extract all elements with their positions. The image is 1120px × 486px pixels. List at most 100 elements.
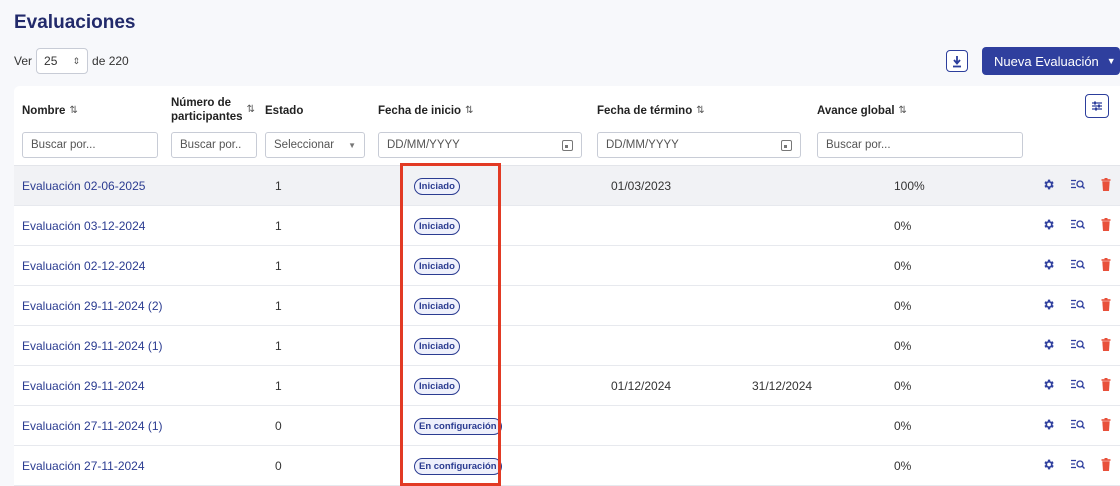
participants-count: 1 xyxy=(275,379,282,393)
trash-icon[interactable] xyxy=(1101,218,1111,234)
table-row[interactable]: Evaluación 29-11-2024 (2) 1 Iniciado 0% xyxy=(14,286,1120,326)
evaluations-table: Nombre ⇅ Número de participantes ⇅ Estad… xyxy=(14,86,1120,486)
sort-arrows-icon: ⇕ xyxy=(72,55,81,66)
evaluation-name-link[interactable]: Evaluación 03-12-2024 xyxy=(22,206,145,246)
row-actions xyxy=(1042,166,1111,206)
download-icon xyxy=(953,55,961,67)
table-row[interactable]: Evaluación 27-11-2024 (1) 0 En configuraci… xyxy=(14,406,1120,446)
gear-icon[interactable] xyxy=(1042,298,1055,314)
search-list-icon[interactable] xyxy=(1071,299,1085,313)
evaluation-name-link[interactable]: Evaluación 29-11-2024 xyxy=(22,366,145,406)
download-button[interactable] xyxy=(946,50,968,72)
col-nombre-label: Nombre xyxy=(22,105,66,117)
filter-avance-input[interactable]: Buscar por... xyxy=(817,132,1023,158)
table-row[interactable]: Evaluación 29-11-2024 (1) 1 Iniciado 0% xyxy=(14,326,1120,366)
gear-icon[interactable] xyxy=(1042,218,1055,234)
sort-icon: ⇅ xyxy=(246,104,255,115)
col-fecha-termino[interactable]: Fecha de término ⇅ xyxy=(597,104,705,118)
per-page-value: 25 xyxy=(44,54,58,68)
column-settings-button[interactable] xyxy=(1085,94,1109,118)
col-nombre[interactable]: Nombre ⇅ xyxy=(22,104,78,118)
status-cell: Iniciado xyxy=(414,366,460,406)
col-fecha-termino-label: Fecha de término xyxy=(597,105,693,117)
evaluation-name-link[interactable]: Evaluación 27-11-2024 (1) xyxy=(22,406,163,446)
evaluation-name-link[interactable]: Evaluación 29-11-2024 (2) xyxy=(22,286,163,326)
sort-icon: ⇅ xyxy=(696,105,705,116)
search-list-icon[interactable] xyxy=(1071,259,1085,273)
table-row[interactable]: Evaluación 29-11-2024 1 Iniciado 01/12/2024… xyxy=(14,366,1120,406)
trash-icon[interactable] xyxy=(1101,178,1111,194)
participants-count: 1 xyxy=(275,179,282,193)
gear-icon[interactable] xyxy=(1042,338,1055,354)
sort-icon: ⇅ xyxy=(465,105,474,116)
filter-estado-select[interactable]: Seleccionar ▼ xyxy=(265,132,365,158)
filter-inicio-input[interactable]: DD/MM/YYYY xyxy=(378,132,582,158)
participants-count: 1 xyxy=(275,219,282,233)
progress-value: 0% xyxy=(894,299,912,313)
row-actions xyxy=(1042,446,1111,486)
calendar-icon[interactable] xyxy=(562,139,573,151)
new-evaluation-button[interactable]: Nueva Evaluación ▼ xyxy=(982,47,1120,75)
trash-icon[interactable] xyxy=(1101,258,1111,274)
status-cell: Iniciado xyxy=(414,166,460,206)
col-participantes[interactable]: Número de participantes ⇅ xyxy=(171,96,255,124)
gear-icon[interactable] xyxy=(1042,378,1055,394)
filter-termino-placeholder: DD/MM/YYYY xyxy=(606,139,679,151)
evaluation-name-link[interactable]: Evaluación 27-11-2024 xyxy=(22,446,145,486)
participants-count: 0 xyxy=(275,459,282,473)
search-list-icon[interactable] xyxy=(1071,339,1085,353)
trash-icon[interactable] xyxy=(1101,338,1111,354)
progress-value: 0% xyxy=(894,379,912,393)
pagination-toolbar: Ver 25 ⇕ de 220 xyxy=(14,48,129,74)
filter-nombre-input[interactable]: Buscar por... xyxy=(22,132,158,158)
gear-icon[interactable] xyxy=(1042,458,1055,474)
status-cell: Iniciado xyxy=(414,206,460,246)
sliders-icon xyxy=(1092,101,1102,111)
filter-termino-input[interactable]: DD/MM/YYYY xyxy=(597,132,801,158)
col-participantes-label: Número de participantes xyxy=(171,96,243,124)
participants-count: 0 xyxy=(275,419,282,433)
table-row[interactable]: Evaluación 27-11-2024 0 En configuración 0% xyxy=(14,446,1120,486)
sort-icon: ⇅ xyxy=(69,105,78,116)
search-list-icon[interactable] xyxy=(1071,219,1085,233)
total-count: de 220 xyxy=(92,54,129,68)
search-list-icon[interactable] xyxy=(1071,459,1085,473)
page-title: Evaluaciones xyxy=(14,12,136,33)
col-fecha-inicio[interactable]: Fecha de inicio ⇅ xyxy=(378,104,473,118)
calendar-icon[interactable] xyxy=(781,139,792,151)
participants-count: 1 xyxy=(275,339,282,353)
trash-icon[interactable] xyxy=(1101,418,1111,434)
gear-icon[interactable] xyxy=(1042,178,1055,194)
search-list-icon[interactable] xyxy=(1071,419,1085,433)
status-badge: Iniciado xyxy=(414,337,460,355)
start-date: 01/12/2024 xyxy=(611,379,672,393)
evaluation-name-link[interactable]: Evaluación 02-12-2024 xyxy=(22,246,145,286)
filter-participantes-input[interactable]: Buscar por.. xyxy=(171,132,257,158)
table-row[interactable]: Evaluación 02-06-2025 1 Iniciado 01/03/2023… xyxy=(14,166,1120,206)
status-cell: Iniciado xyxy=(414,246,460,286)
row-actions xyxy=(1042,366,1111,406)
gear-icon[interactable] xyxy=(1042,258,1055,274)
trash-icon[interactable] xyxy=(1101,378,1111,394)
progress-value: 0% xyxy=(894,459,912,473)
table-row[interactable]: Evaluación 02-12-2024 1 Iniciado 0% xyxy=(14,246,1120,286)
status-badge: En configuración xyxy=(414,457,502,475)
start-date: 01/03/2023 xyxy=(611,179,672,193)
status-cell: Iniciado xyxy=(414,286,460,326)
per-page-select[interactable]: 25 ⇕ xyxy=(36,48,89,74)
row-actions xyxy=(1042,246,1111,286)
progress-value: 0% xyxy=(894,259,912,273)
table-row[interactable]: Evaluación 03-12-2024 1 Iniciado 0% xyxy=(14,206,1120,246)
progress-value: 0% xyxy=(894,219,912,233)
evaluation-name-link[interactable]: Evaluación 02-06-2025 xyxy=(22,166,145,206)
col-estado-label: Estado xyxy=(265,105,304,117)
search-list-icon[interactable] xyxy=(1071,379,1085,393)
col-avance[interactable]: Avance global ⇅ xyxy=(817,104,907,118)
trash-icon[interactable] xyxy=(1101,458,1111,474)
filter-nombre-placeholder: Buscar por... xyxy=(31,139,96,151)
search-list-icon[interactable] xyxy=(1071,179,1085,193)
status-cell: En configuración xyxy=(414,446,502,486)
gear-icon[interactable] xyxy=(1042,418,1055,434)
trash-icon[interactable] xyxy=(1101,298,1111,314)
evaluation-name-link[interactable]: Evaluación 29-11-2024 (1) xyxy=(22,326,163,366)
